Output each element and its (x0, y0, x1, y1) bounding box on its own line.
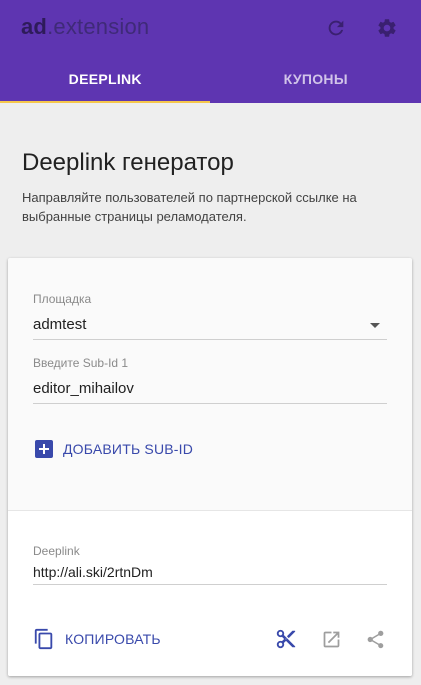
share-icon[interactable] (363, 627, 387, 651)
tab-bar: DEEPLINK КУПОНЫ (0, 54, 421, 103)
copy-label: КОПИРОВАТЬ (65, 631, 161, 647)
subid-value: editor_mihailov (33, 380, 134, 397)
platform-underline (33, 339, 387, 340)
brand-rest: .extension (47, 14, 150, 39)
open-in-new-icon[interactable] (319, 627, 343, 651)
add-subid-label: ДОБАВИТЬ SUB-ID (63, 441, 194, 457)
deeplink-card: Площадка admtest Введите Sub-Id 1 editor… (8, 258, 412, 676)
plus-box-icon (35, 440, 53, 458)
gear-icon[interactable] (375, 16, 399, 40)
subid-input[interactable]: editor_mihailov (33, 374, 387, 402)
app-bar: ad.extension DEEPLINK КУПОНЫ (0, 0, 421, 103)
subid-underline (33, 403, 387, 404)
chevron-down-icon (370, 323, 380, 328)
deeplink-input[interactable]: http://ali.ski/2rtnDm (33, 559, 387, 585)
page-description: Направляйте пользователей по партнерской… (22, 190, 357, 224)
platform-value: admtest (33, 316, 87, 333)
deeplink-label: Deeplink (33, 544, 80, 558)
active-tab-indicator (0, 101, 210, 103)
copy-button[interactable]: КОПИРОВАТЬ (33, 628, 161, 650)
app-logo: ad.extension (21, 14, 149, 40)
subid-label: Введите Sub-Id 1 (33, 356, 129, 370)
brand-strong: ad (21, 14, 48, 39)
platform-select[interactable]: admtest (33, 310, 387, 340)
refresh-icon[interactable] (324, 16, 348, 40)
platform-label: Площадка (33, 292, 92, 306)
result-section: Deeplink http://ali.ski/2rtnDm КОПИРОВАТ… (8, 510, 412, 676)
deeplink-value: http://ali.ski/2rtnDm (33, 564, 153, 580)
scissors-icon[interactable] (274, 627, 298, 651)
copy-icon (33, 628, 55, 650)
deeplink-underline (33, 584, 387, 585)
tab-deeplink[interactable]: DEEPLINK (0, 54, 211, 103)
page-title: Deeplink генератор (22, 149, 234, 176)
add-subid-button[interactable]: ДОБАВИТЬ SUB-ID (35, 440, 193, 458)
tab-coupons[interactable]: КУПОНЫ (211, 54, 421, 103)
